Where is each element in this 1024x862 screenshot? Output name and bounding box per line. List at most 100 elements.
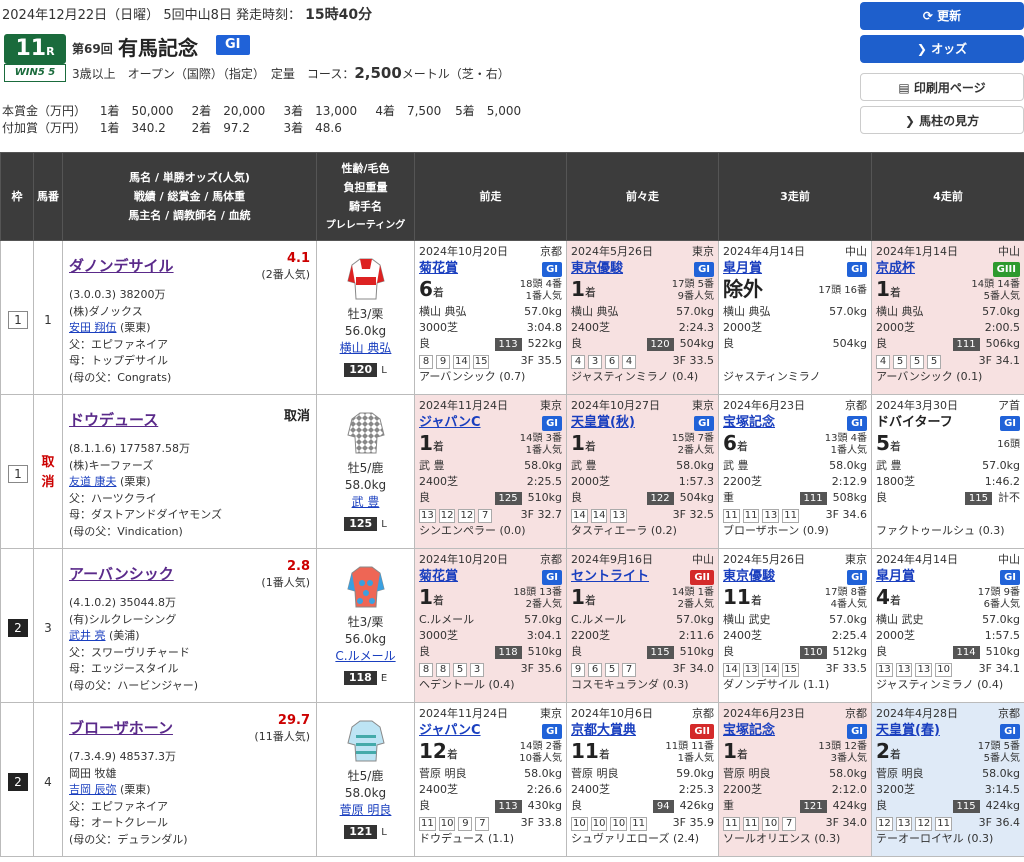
past-race-venue: 京都 [692,707,714,720]
field-gate: 17頭 5番 [977,741,1020,752]
refresh-button[interactable]: ⟳ 更新 [860,2,1024,30]
guide-button[interactable]: ❯ 馬柱の見方 [860,106,1024,134]
horse-row: 2 3 アーバンシック 2.8 (1番人気) (4.1.0.2) 35044.8万 (有)シ… [0,548,1024,703]
horse-name-link[interactable]: アーバンシック [69,563,174,584]
past-time: 2:12.9 [831,475,867,488]
past-popularity: 1番人気 [677,753,714,764]
jockey-link[interactable]: 横山 典弘 [340,341,392,355]
win-odds: 取消 [283,409,310,424]
finish-position: 12着 [419,739,458,763]
past-race-name-link[interactable]: ジャパンC [419,415,481,431]
sex-age-color: 牡5/鹿 [347,769,384,783]
past-race-date: 2024年5月26日 [571,245,653,258]
body-weight: 計不 [998,491,1020,504]
odds-button[interactable]: ❯ オッズ [860,35,1024,63]
past-course: 2400芝 [419,783,458,796]
past-weight: 58.0kg [524,459,562,472]
past-race-date: 2024年6月23日 [723,399,805,412]
jockey-link[interactable]: C.ルメール [335,649,395,663]
scratched-label: 取消 [41,455,55,490]
past-course: 2000芝 [876,629,915,642]
last-3f: 3F 33.5 [825,662,867,675]
race-header: 2024年12月22日（日曜） 5回中山8日 発走時刻： 15時40分 11R … [0,0,1024,152]
past-race-venue: 東京 [692,245,714,258]
past-race-name-link[interactable]: ジャパンC [419,723,481,739]
table-header: 枠 馬番 馬名 / 単勝オッズ(人気) 戦績 / 総賞金 / 馬体重 馬主名 / 調… [0,152,1024,241]
winner-margin: ドウデュース (1.1) [419,832,515,845]
corner-positions: 12 13 12 11 [876,815,955,831]
corner-position: 3 [470,663,484,677]
corner-positions: 11 11 10 7 [723,815,799,831]
past-race-name-link[interactable]: 皐月賞 [723,261,762,277]
past-course: 3000芝 [419,629,458,642]
finish-position: 6着 [723,431,748,455]
corner-position: 12 [876,817,893,831]
waku-cell: 1 [0,394,34,549]
dam-sire: (母の父：Vindication) [69,524,183,538]
winner-margin: ソールオリエンス (0.3) [723,832,841,845]
horse-cell: ダノンデサイル 4.1 (2番人気) (3.0.0.3) 38200万 (株)ダノックス… [62,240,317,395]
last-3f: 3F 34.1 [978,662,1020,675]
past-time: 2:24.3 [678,321,714,334]
past-weight: 57.0kg [524,305,562,318]
past-race-cell: 2024年10月20日 京都 菊花賞 GI 1着 18頭 13番 2番人気 C.ルメール 57.… [414,548,567,703]
horse-info: (3.0.0.3) 38200万 (株)ダノックス 安田 翔伍 (栗東) 父：エピファ… [69,287,171,386]
horse-name-link[interactable]: ブローザホーン [69,717,173,738]
past-course: 2400芝 [723,629,762,642]
jockey-link[interactable]: 武 豊 [352,495,380,509]
past-weight: 57.0kg [829,305,867,318]
performance-rating: 114 [952,646,980,659]
print-page-button[interactable]: ▤ 印刷用ページ [860,73,1024,101]
past-race-name-link[interactable]: 宝塚記念 [723,415,775,431]
track-condition: 重 [723,491,734,504]
past-weight: 57.0kg [982,613,1020,626]
field-gate: 11頭 11番 [665,741,714,752]
umaban-cell: 4 [33,702,63,857]
past-race-venue: 京都 [845,399,867,412]
past-time: 1:46.2 [984,475,1020,488]
horse-name-link[interactable]: ドウデュース [69,409,158,430]
past-race-name-link[interactable]: 菊花賞 [419,569,458,585]
past-course: 2000芝 [723,321,762,334]
track-condition: 良 [571,799,582,812]
performance-rating: 125 [494,492,522,505]
past-race-name-link[interactable]: 東京優駿 [571,261,623,277]
past-race-name-link[interactable]: 東京優駿 [723,569,775,585]
corner-positions: 14 14 13 [571,507,630,523]
finish-position: 1着 [571,431,596,455]
col-prev3: 3走前 [718,152,872,241]
horse-name-link[interactable]: ダノンデサイル [69,255,174,276]
past-race-name-link[interactable]: セントライト [571,569,649,585]
past-weight: 58.0kg [524,767,562,780]
past-race-name-link[interactable]: 皐月賞 [876,569,915,585]
past-race-cell: 2024年6月23日 京都 宝塚記念 GI 1着 13頭 12番 3番人気 菅原 明良 58.0… [718,702,872,857]
trainer-link[interactable]: 武井 亮 [69,629,106,642]
corner-position: 13 [876,663,893,677]
trainer-link[interactable]: 吉岡 辰弥 [69,783,117,796]
race-number-badge: 11R [4,34,66,64]
jockey-link[interactable]: 菅原 明良 [340,803,392,817]
past-race-name-link[interactable]: 京成杯 [876,261,915,277]
past-race-cell: 2024年4月28日 京都 天皇賞(春) GI 2着 17頭 5番 5番人気 菅原 明良 58.… [871,702,1024,857]
col-prev4: 4走前 [871,152,1024,241]
trainer-link[interactable]: 友道 康夫 [69,475,117,488]
finish-position: 6着 [419,277,444,301]
past-race-name-link[interactable]: 天皇賞(秋) [571,415,635,431]
past-race-name-link[interactable]: 天皇賞(春) [876,723,940,739]
past-race-venue: 中山 [845,245,867,258]
corner-position: 11 [723,817,740,831]
past-popularity: 5番人気 [983,753,1020,764]
past-time: 2:25.4 [831,629,867,642]
post-label: 発走時刻： [236,8,302,23]
trainer-link[interactable]: 安田 翔伍 [69,321,117,334]
dam: 母：エッジースタイル [69,662,179,675]
past-course: 2200芝 [723,475,762,488]
past-race-date: 2024年6月23日 [723,707,805,720]
past-race-name-link[interactable]: 菊花賞 [419,261,458,277]
past-race-date: 2024年10月27日 [571,399,660,412]
past-race-name-link[interactable]: 宝塚記念 [723,723,775,739]
past-race-name-link[interactable]: 京都大賞典 [571,723,636,739]
past-popularity: 1番人気 [525,445,562,456]
past-weight: 57.0kg [676,305,714,318]
past-race-date: 2024年10月6日 [571,707,653,720]
